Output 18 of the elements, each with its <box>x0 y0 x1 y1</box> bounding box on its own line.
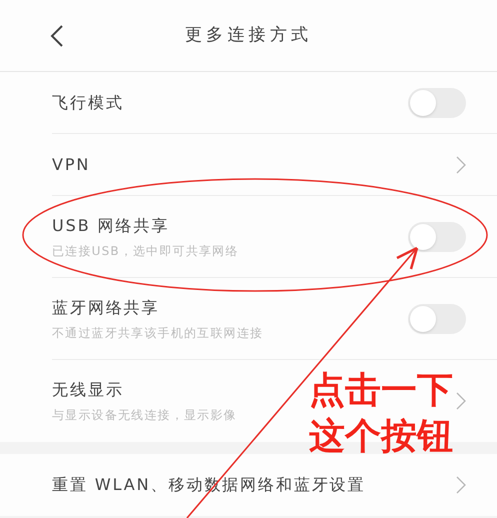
back-icon[interactable] <box>50 24 64 48</box>
annotation-line: 点击一下 <box>309 369 453 413</box>
chevron-right-icon <box>456 476 466 494</box>
row-label: 无线显示 <box>52 379 124 401</box>
row-description: 与显示设备无线连接，显示影像 <box>52 407 237 424</box>
page-title: 更多连接方式 <box>184 24 314 47</box>
row-label: 飞行模式 <box>52 92 124 114</box>
row-label: USB 网络共享 <box>52 214 170 236</box>
row-label: 蓝牙网络共享 <box>52 296 160 318</box>
toggle-switch[interactable] <box>408 88 466 118</box>
chevron-right-icon <box>456 392 466 410</box>
toggle-switch[interactable] <box>408 304 466 334</box>
annotation-line: 这个按钮 <box>309 415 453 459</box>
toggle-switch[interactable] <box>408 222 466 252</box>
row-description: 已连接USB，选中即可共享网络 <box>52 242 239 260</box>
chevron-right-icon <box>456 156 466 174</box>
row-description: 不通过蓝牙共享该手机的互联网连接 <box>52 324 264 342</box>
row-label: VPN <box>52 154 90 176</box>
